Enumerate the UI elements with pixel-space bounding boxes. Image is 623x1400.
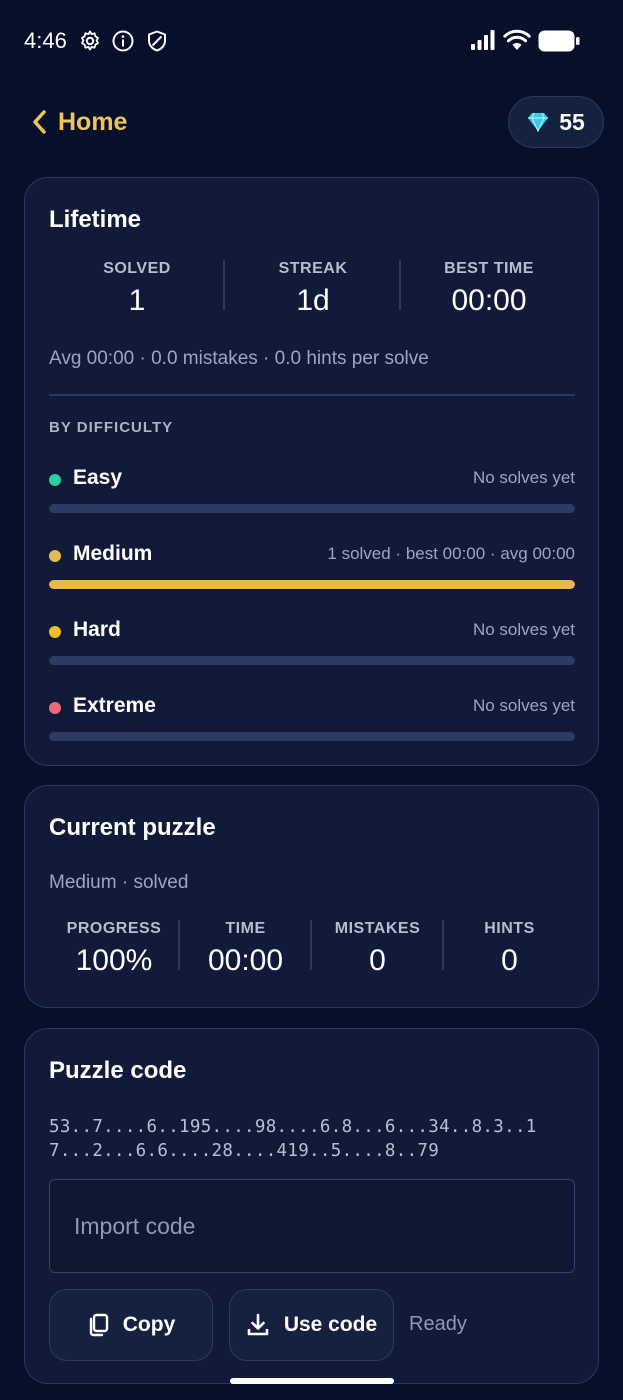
lifetime-title: Lifetime [49, 206, 142, 233]
difficulty-name: Medium [73, 542, 153, 565]
lifetime-card: Lifetime SOLVED 1 STREAK 1d BEST TIME 00… [24, 177, 599, 766]
lifetime-summary: Avg 00:00 · 0.0 mistakes · 0.0 hints per… [49, 348, 429, 369]
wifi-icon [503, 29, 531, 50]
stat-hints: HINTS 0 [444, 920, 575, 978]
current-puzzle-subtitle: Medium · solved [49, 872, 189, 893]
diamond-icon [528, 112, 549, 132]
puzzle-code-text: 53..7....6..195....98....6.8...6...34..8… [49, 1117, 537, 1161]
stat-value: 100% [75, 944, 153, 977]
code-status-text: Ready [409, 1313, 467, 1335]
difficulty-progress-track [49, 504, 575, 513]
stat-label: PROGRESS [66, 920, 162, 937]
stat-value: 00:00 [451, 284, 527, 317]
current-puzzle-title: Current puzzle [49, 814, 216, 841]
stat-value: 1 [128, 284, 146, 317]
difficulty-row-medium: Medium 1 solved · best 00:00 · avg 00:00 [49, 542, 575, 592]
status-bar: 4:46 [0, 0, 623, 82]
stat-solved: SOLVED 1 [49, 260, 225, 318]
stat-mistakes: MISTAKES 0 [312, 920, 443, 978]
stat-label: TIME [225, 920, 266, 937]
back-home-button[interactable]: Home [32, 102, 127, 142]
stat-label: MISTAKES [334, 920, 421, 937]
current-puzzle-card: Current puzzle Medium · solved PROGRESS … [24, 785, 599, 1008]
difficulty-dot [49, 474, 61, 486]
stat-label: HINTS [484, 920, 535, 937]
difficulty-row-hard: Hard No solves yet [49, 618, 575, 668]
stat-label: STREAK [278, 260, 348, 277]
difficulty-info: No solves yet [472, 620, 575, 639]
back-label: Home [58, 107, 128, 136]
stat-label: SOLVED [103, 260, 171, 277]
info-icon [112, 30, 134, 52]
difficulty-info: No solves yet [472, 696, 575, 715]
stat-value: 1d [296, 284, 330, 317]
difficulty-dot [49, 626, 61, 638]
cellular-signal-icon [471, 30, 495, 50]
stat-value: 0 [369, 944, 386, 977]
stat-time: TIME 00:00 [180, 920, 311, 978]
difficulty-info: 1 solved · best 00:00 · avg 00:00 [327, 544, 575, 563]
stat-progress: PROGRESS 100% [49, 920, 179, 978]
difficulty-dot [49, 702, 61, 714]
difficulty-name: Extreme [73, 694, 156, 717]
status-time: 4:46 [24, 28, 67, 53]
stat-value: 00:00 [207, 944, 284, 977]
settings-gear-icon [81, 30, 99, 51]
difficulty-row-extreme: Extreme No solves yet [49, 694, 575, 744]
difficulty-progress-fill [49, 580, 575, 589]
home-indicator[interactable] [230, 1378, 394, 1384]
download-icon [247, 1313, 269, 1336]
copy-icon [89, 1313, 108, 1337]
gem-balance-badge[interactable]: 55 [508, 96, 604, 148]
difficulty-row-easy: Easy No solves yet [49, 466, 575, 516]
puzzle-code-title: Puzzle code [49, 1057, 187, 1084]
difficulty-progress-track [49, 580, 575, 589]
section-divider [49, 394, 575, 396]
difficulty-name: Hard [73, 618, 121, 641]
use-code-button[interactable]: Use code [229, 1289, 394, 1361]
copy-label: Copy [122, 1313, 176, 1336]
gem-count: 55 [559, 108, 585, 135]
use-code-label: Use code [283, 1313, 378, 1336]
puzzle-code-card: Puzzle code 53..7....6..195....98....6.8… [24, 1028, 599, 1384]
shield-icon [148, 30, 166, 52]
stat-best-time: BEST TIME 00:00 [401, 260, 577, 318]
difficulty-dot [49, 550, 61, 562]
difficulty-progress-track [49, 656, 575, 665]
difficulty-name: Easy [73, 466, 123, 489]
stat-label: BEST TIME [444, 260, 534, 277]
difficulty-info: No solves yet [472, 468, 575, 487]
import-code-input[interactable] [49, 1179, 575, 1273]
by-difficulty-label: BY DIFFICULTY [49, 419, 174, 436]
difficulty-progress-track [49, 732, 575, 741]
stats-screen: 4:46 Home 55 Lifetime SOLVED 1 STREAK 1d… [0, 0, 623, 1400]
copy-button[interactable]: Copy [49, 1289, 213, 1361]
chevron-left-icon [33, 110, 46, 134]
stat-value: 0 [501, 944, 518, 977]
battery-icon [538, 30, 580, 52]
stat-streak: STREAK 1d [225, 260, 401, 318]
